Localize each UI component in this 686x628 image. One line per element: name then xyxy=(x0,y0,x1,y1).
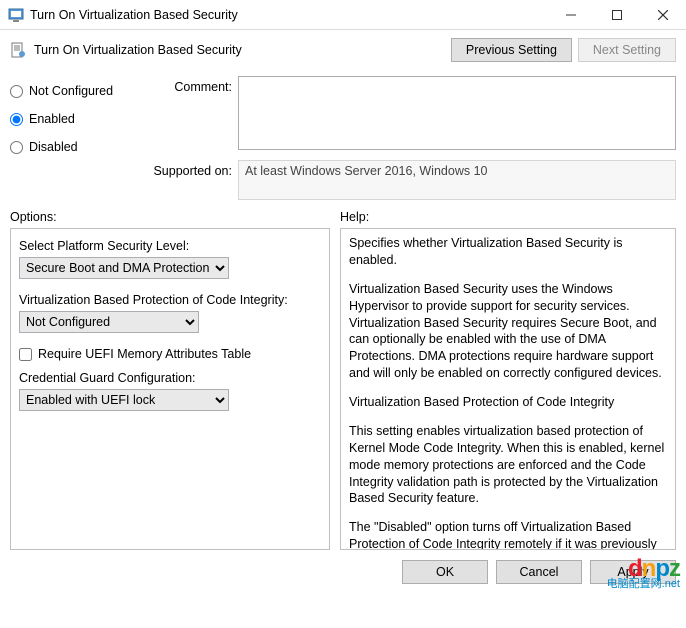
cancel-button[interactable]: Cancel xyxy=(496,560,582,584)
window-title: Turn On Virtualization Based Security xyxy=(30,8,548,22)
dialog-footer: OK Cancel Apply dnpz 电脑配置网.net xyxy=(0,550,686,594)
state-disabled-label: Disabled xyxy=(29,140,78,154)
state-disabled[interactable]: Disabled xyxy=(10,140,140,154)
state-enabled[interactable]: Enabled xyxy=(10,112,140,126)
vbpci-label: Virtualization Based Protection of Code … xyxy=(19,293,321,307)
previous-setting-button[interactable]: Previous Setting xyxy=(451,38,572,62)
panes-labels: Options: Help: xyxy=(0,208,686,228)
state-not-configured[interactable]: Not Configured xyxy=(10,84,140,98)
credential-guard-select[interactable]: Enabled with UEFI lock xyxy=(19,389,229,411)
next-setting-button[interactable]: Next Setting xyxy=(578,38,676,62)
uefi-mem-attr-label: Require UEFI Memory Attributes Table xyxy=(38,347,251,361)
uefi-mem-attr-row[interactable]: Require UEFI Memory Attributes Table xyxy=(19,347,321,361)
policy-header: Turn On Virtualization Based Security Pr… xyxy=(0,30,686,70)
help-paragraph: This setting enables virtualization base… xyxy=(349,423,667,507)
meta-region: Not Configured Enabled Disabled Comment:… xyxy=(0,70,686,208)
comment-label: Comment: xyxy=(150,76,238,94)
minimize-button[interactable] xyxy=(548,0,594,29)
comment-textarea[interactable] xyxy=(238,76,676,150)
options-heading: Options: xyxy=(10,210,340,224)
help-paragraph: Specifies whether Virtualization Based S… xyxy=(349,235,667,269)
state-enabled-radio[interactable] xyxy=(10,113,23,126)
ok-button[interactable]: OK xyxy=(402,560,488,584)
supported-on-label: Supported on: xyxy=(150,160,238,178)
options-pane: Select Platform Security Level: Secure B… xyxy=(10,228,330,550)
help-paragraph: Virtualization Based Security uses the W… xyxy=(349,281,667,382)
state-not-configured-label: Not Configured xyxy=(29,84,113,98)
supported-on-value: At least Windows Server 2016, Windows 10 xyxy=(238,160,676,200)
help-pane[interactable]: Specifies whether Virtualization Based S… xyxy=(340,228,676,550)
help-heading: Help: xyxy=(340,210,369,224)
titlebar: Turn On Virtualization Based Security xyxy=(0,0,686,30)
close-button[interactable] xyxy=(640,0,686,29)
vbpci-select[interactable]: Not Configured xyxy=(19,311,199,333)
uefi-mem-attr-checkbox[interactable] xyxy=(19,348,32,361)
platform-security-level-select[interactable]: Secure Boot and DMA Protection xyxy=(19,257,229,279)
policy-title: Turn On Virtualization Based Security xyxy=(34,43,443,57)
maximize-button[interactable] xyxy=(594,0,640,29)
help-paragraph: Virtualization Based Protection of Code … xyxy=(349,394,667,411)
help-paragraph: The "Disabled" option turns off Virtuali… xyxy=(349,519,667,550)
state-not-configured-radio[interactable] xyxy=(10,85,23,98)
platform-security-level-label: Select Platform Security Level: xyxy=(19,239,321,253)
state-radio-group: Not Configured Enabled Disabled xyxy=(10,76,140,200)
app-icon xyxy=(8,7,24,23)
panes: Select Platform Security Level: Secure B… xyxy=(0,228,686,550)
apply-button[interactable]: Apply xyxy=(590,560,676,584)
policy-icon xyxy=(10,42,26,58)
credential-guard-label: Credential Guard Configuration: xyxy=(19,371,321,385)
state-enabled-label: Enabled xyxy=(29,112,75,126)
window-controls xyxy=(548,0,686,29)
state-disabled-radio[interactable] xyxy=(10,141,23,154)
